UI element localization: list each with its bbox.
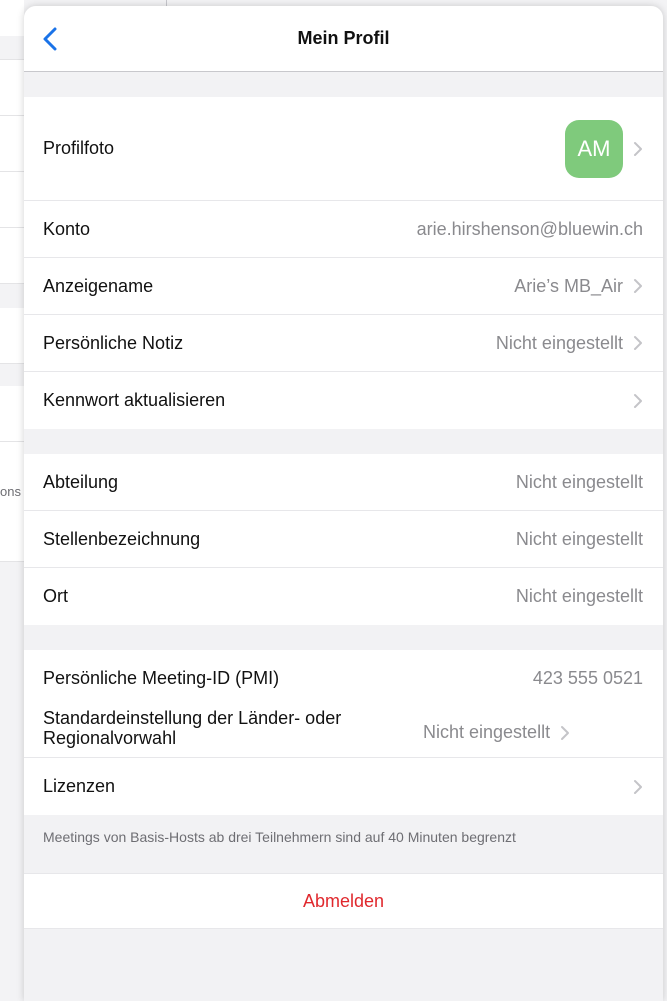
licenses-row[interactable]: Lizenzen: [24, 758, 663, 815]
pmi-value: 423 555 0521: [532, 667, 643, 688]
location-value: Nicht eingestellt: [515, 586, 643, 606]
chevron-right-icon: [634, 279, 642, 293]
modal-header: Mein Profil: [24, 6, 663, 72]
logout-button[interactable]: Abmelden: [24, 873, 663, 929]
background-row: [0, 172, 24, 228]
licenses-label: Lizenzen: [43, 776, 116, 796]
chevron-right-icon: [634, 336, 642, 350]
display-name-row[interactable]: Anzeigename Arie’s MB_Air: [24, 258, 663, 315]
background-fragment-text: ons: [0, 484, 21, 499]
department-value: Nicht eingestellt: [515, 471, 643, 492]
personal-note-row[interactable]: Persönliche Notiz Nicht eingestellt: [24, 315, 663, 372]
background-header: [0, 0, 24, 36]
background-row: [0, 386, 24, 442]
profile-photo-row[interactable]: Profilfoto AM: [24, 97, 663, 201]
pmi-label: Persönliche Meeting-ID (PMI): [43, 667, 280, 688]
background-row: [0, 228, 24, 284]
back-button[interactable]: [36, 24, 64, 54]
meeting-section: Persönliche Meeting-ID (PMI) 423 555 052…: [24, 650, 663, 815]
region-code-row[interactable]: Standardeinstellung der Länder- oder Reg…: [24, 706, 663, 758]
display-name-value: Arie’s MB_Air: [514, 275, 623, 296]
logout-label: Abmelden: [302, 890, 385, 911]
background-gap: [0, 36, 24, 60]
pmi-row: Persönliche Meeting-ID (PMI) 423 555 052…: [24, 650, 663, 706]
department-label: Abteilung: [43, 471, 119, 492]
meeting-limit-note: Meetings von Basis-Hosts ab drei Teilneh…: [43, 829, 516, 845]
personal-note-label: Persönliche Notiz: [43, 332, 184, 353]
avatar[interactable]: AM: [565, 119, 623, 178]
chevron-right-icon: [634, 141, 642, 156]
chevron-right-icon: [634, 779, 642, 794]
department-row: Abteilung Nicht eingestellt: [24, 454, 663, 511]
chevron-right-icon: [634, 393, 642, 408]
background-row: [0, 60, 24, 116]
display-name-label: Anzeigename: [43, 275, 154, 296]
job-title-value: Nicht eingestellt: [515, 528, 643, 549]
background-row: [0, 442, 24, 562]
job-title-label: Stellenbezeichnung: [43, 528, 201, 549]
account-row: Konto arie.hirshenson@bluewin.ch: [24, 201, 663, 258]
profile-section: Profilfoto AM Konto arie.hirshenson@blue…: [24, 97, 663, 429]
update-password-row[interactable]: Kennwort aktualisieren: [24, 372, 663, 429]
job-title-row: Stellenbezeichnung Nicht eingestellt: [24, 511, 663, 568]
account-label: Konto: [43, 218, 91, 239]
account-value: arie.hirshenson@bluewin.ch: [416, 218, 643, 239]
location-row: Ort Nicht eingestellt: [24, 568, 663, 625]
location-label: Ort: [43, 586, 68, 606]
work-section: Abteilung Nicht eingestellt Stellenbezei…: [24, 454, 663, 625]
chevron-right-icon: [561, 725, 570, 740]
profile-modal: Mein Profil Profilfoto AM Konto arie.hir…: [24, 6, 663, 1001]
background-row: [0, 308, 24, 364]
profile-photo-label: Profilfoto: [43, 138, 115, 158]
personal-note-value: Nicht eingestellt: [495, 332, 623, 353]
region-code-label: Standardeinstellung der Länder- oder Reg…: [43, 708, 342, 748]
region-code-value: Nicht eingestellt: [423, 722, 551, 742]
chevron-left-icon: [43, 27, 57, 51]
background-row: [0, 116, 24, 172]
update-password-label: Kennwort aktualisieren: [43, 390, 226, 410]
page-title: Mein Profil: [297, 28, 390, 48]
